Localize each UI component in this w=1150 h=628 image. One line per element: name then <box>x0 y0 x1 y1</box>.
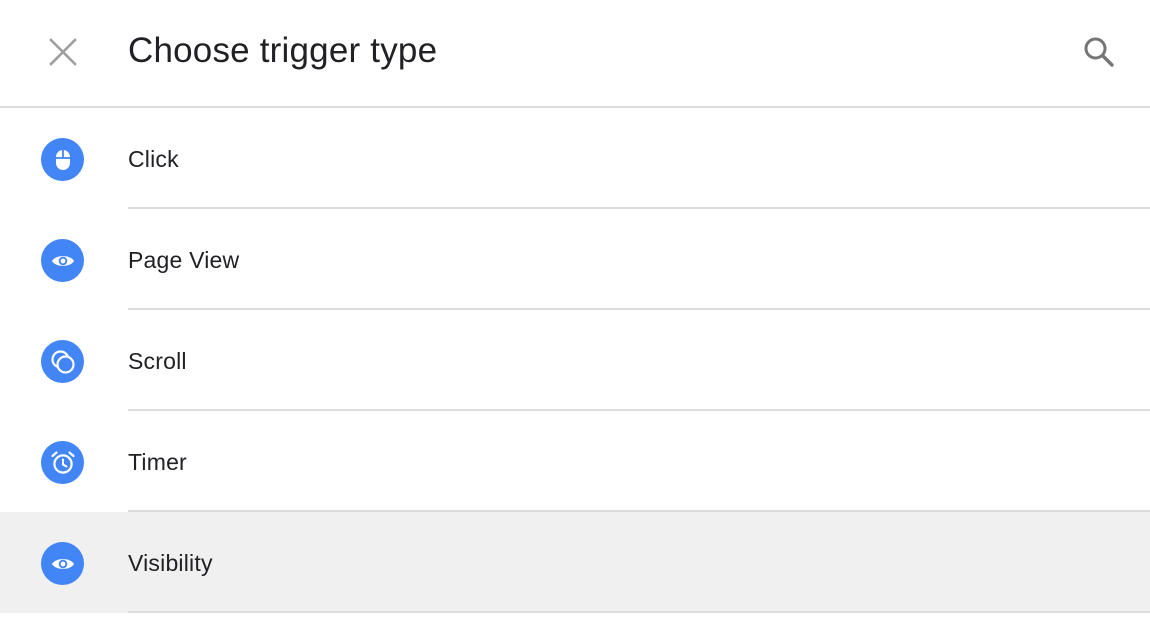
trigger-item-label: Timer <box>128 449 187 475</box>
trigger-item-label: Scroll <box>128 348 187 374</box>
close-button[interactable] <box>38 27 88 77</box>
trigger-item-timer[interactable]: Timer <box>0 411 1150 512</box>
trigger-item-page-view[interactable]: Page View <box>0 209 1150 310</box>
trigger-type-dialog: Choose trigger type Click Page View Scro… <box>0 0 1150 628</box>
trigger-item-visibility[interactable]: Visibility <box>0 512 1150 613</box>
trigger-item-click[interactable]: Click <box>0 108 1150 209</box>
eye-icon <box>41 239 84 282</box>
trigger-item-scroll[interactable]: Scroll <box>0 310 1150 411</box>
search-icon <box>1084 37 1114 67</box>
trigger-item-label: Click <box>128 146 179 172</box>
trigger-type-list: Click Page View Scroll Timer Visibility <box>0 108 1150 613</box>
close-icon <box>49 38 77 66</box>
trigger-item-label: Page View <box>128 247 240 273</box>
mouse-icon <box>41 138 84 181</box>
divider <box>128 611 1150 613</box>
scroll-icon <box>41 340 84 383</box>
trigger-item-label: Visibility <box>128 550 213 576</box>
alarm-clock-icon <box>41 441 84 484</box>
eye-icon <box>41 542 84 585</box>
search-button[interactable] <box>1074 27 1124 77</box>
dialog-header: Choose trigger type <box>0 0 1150 108</box>
page-title: Choose trigger type <box>128 31 438 70</box>
